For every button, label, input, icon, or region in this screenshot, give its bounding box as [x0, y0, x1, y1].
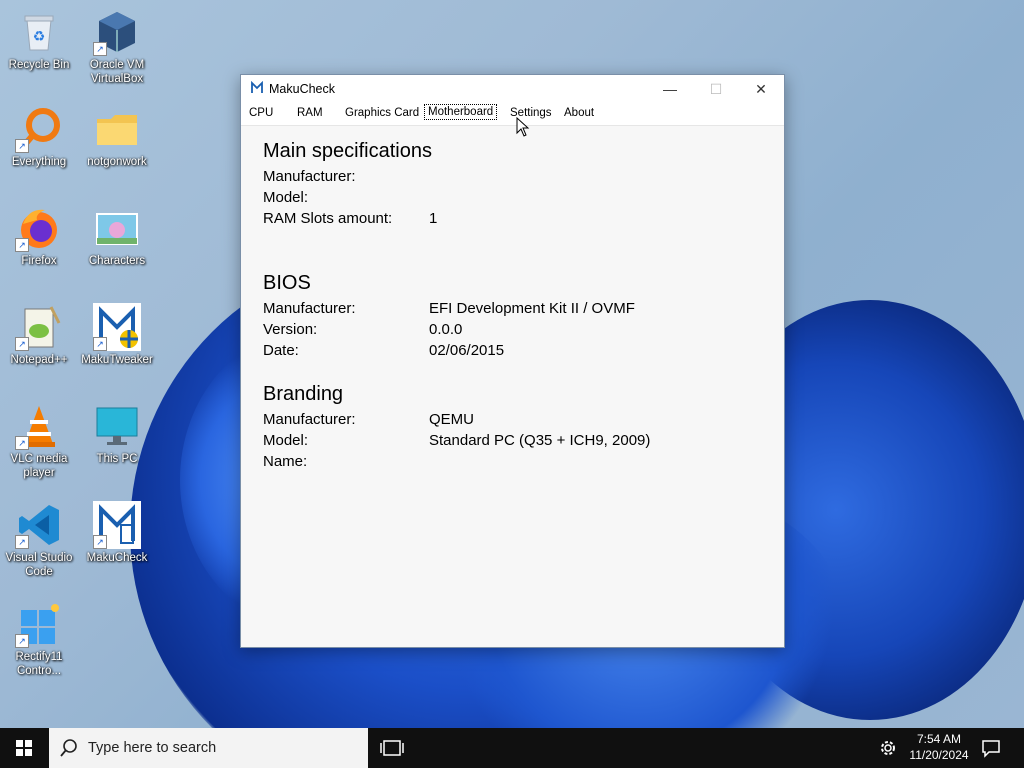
- system-clock[interactable]: 7:54 AM 11/20/2024: [904, 731, 974, 763]
- makucheck-icon: ↗: [93, 501, 141, 549]
- desktop-icon-makucheck[interactable]: ↗ MakuCheck: [81, 501, 153, 565]
- taskbar-search-box[interactable]: Type here to search: [49, 728, 368, 768]
- bios-heading: BIOS: [263, 272, 311, 294]
- main-model-label: Model:: [263, 189, 309, 206]
- bios-date-label: Date:: [263, 342, 299, 359]
- bios-manufacturer-label: Manufacturer:: [263, 300, 356, 317]
- main-manufacturer-label: Manufacturer:: [263, 168, 356, 185]
- shortcut-arrow-icon: ↗: [93, 535, 107, 549]
- desktop-icon-label: Recycle Bin: [8, 59, 70, 71]
- bios-date-value: 02/06/2015: [429, 342, 505, 359]
- desktop-icon-label: Rectify11 Contro...: [15, 651, 63, 677]
- everything-search-icon: ↗: [15, 105, 63, 153]
- desktop-icon-label: Visual Studio Code: [5, 552, 73, 578]
- taskbar: Type here to search 7:54 AM 11/20/2024: [0, 728, 1024, 768]
- tab-cpu[interactable]: CPU: [246, 106, 276, 120]
- minimize-button[interactable]: —: [647, 75, 693, 103]
- tab-ram[interactable]: RAM: [294, 106, 326, 120]
- desktop-icon-virtualbox[interactable]: ↗ Oracle VM VirtualBox: [81, 8, 153, 86]
- branding-model-value: Standard PC (Q35 + ICH9, 2009): [429, 432, 651, 449]
- desktop-icon-label: Everything: [11, 156, 67, 168]
- shortcut-arrow-icon: ↗: [15, 139, 29, 153]
- maximize-button[interactable]: ☐: [693, 75, 739, 103]
- desktop-icon-notgonwork[interactable]: notgonwork: [81, 105, 153, 169]
- desktop-icon-everything[interactable]: ↗ Everything: [3, 105, 75, 169]
- tab-bar: CPU RAM Graphics Card Motherboard Settin…: [241, 103, 784, 126]
- motherboard-panel: Main specifications Manufacturer: Model:…: [241, 126, 784, 647]
- title-bar[interactable]: MakuCheck — ☐ ✕: [241, 75, 784, 103]
- rectify11-icon: ↗: [15, 600, 63, 648]
- shortcut-arrow-icon: ↗: [93, 42, 107, 56]
- shortcut-arrow-icon: ↗: [15, 634, 29, 648]
- ram-slots-value: 1: [429, 210, 438, 227]
- bios-version-label: Version:: [263, 321, 318, 338]
- ram-slots-label: RAM Slots amount:: [263, 210, 393, 227]
- search-icon: [59, 738, 79, 763]
- desktop-icon-this-pc[interactable]: This PC: [81, 402, 153, 466]
- clock-date: 11/20/2024: [909, 748, 969, 762]
- makucheck-app-icon: [250, 80, 264, 95]
- tab-motherboard[interactable]: Motherboard: [424, 104, 498, 120]
- vlc-icon: ↗: [15, 402, 63, 450]
- folder-icon: [93, 105, 141, 153]
- notification-center-icon[interactable]: [980, 737, 1002, 759]
- branding-heading: Branding: [263, 383, 344, 405]
- desktop-icon-label: Characters: [88, 255, 146, 267]
- tab-settings[interactable]: Settings: [507, 106, 555, 120]
- notepad-plus-plus-icon: ↗: [15, 303, 63, 351]
- desktop-icon-rectify11[interactable]: ↗ Rectify11 Contro...: [3, 600, 75, 678]
- mouse-cursor-icon: [516, 116, 530, 137]
- desktop-icon-label: VLC media player: [10, 453, 68, 479]
- desktop-icon-recycle-bin[interactable]: ♻ Recycle Bin: [3, 8, 75, 72]
- makucheck-window: MakuCheck — ☐ ✕ CPU RAM Graphics Card Mo…: [240, 74, 785, 648]
- desktop-icon-vlc[interactable]: ↗ VLC media player: [3, 402, 75, 480]
- virtualbox-icon: ↗: [93, 8, 141, 56]
- start-button[interactable]: [0, 728, 48, 768]
- branding-manufacturer-value: QEMU: [429, 411, 474, 428]
- desktop-icon-label: Firefox: [21, 255, 57, 267]
- desktop-icon-label: notgonwork: [87, 156, 147, 168]
- branding-manufacturer-label: Manufacturer:: [263, 411, 356, 428]
- makutweaker-icon: ↗: [93, 303, 141, 351]
- desktop-icon-label: Notepad++: [10, 354, 68, 366]
- shortcut-arrow-icon: ↗: [93, 337, 107, 351]
- desktop-icon-vscode[interactable]: ↗ Visual Studio Code: [3, 501, 75, 579]
- branding-model-label: Model:: [263, 432, 309, 449]
- desktop-icon-label: MakuTweaker: [81, 354, 153, 366]
- shortcut-arrow-icon: ↗: [15, 535, 29, 549]
- shortcut-arrow-icon: ↗: [15, 436, 29, 450]
- shortcut-arrow-icon: ↗: [15, 238, 29, 252]
- desktop-icon-notepad-plus-plus[interactable]: ↗ Notepad++: [3, 303, 75, 367]
- desktop-icon-firefox[interactable]: ↗ Firefox: [3, 204, 75, 268]
- vscode-icon: ↗: [15, 501, 63, 549]
- main-specs-heading: Main specifications: [263, 140, 432, 162]
- clock-time: 7:54 AM: [916, 732, 962, 746]
- tab-graphics-card[interactable]: Graphics Card: [342, 106, 422, 120]
- desktop-icon-label: This PC: [96, 453, 138, 465]
- bios-version-value: 0.0.0: [429, 321, 463, 338]
- shortcut-arrow-icon: ↗: [15, 337, 29, 351]
- search-placeholder: Type here to search: [88, 740, 217, 756]
- window-title: MakuCheck: [269, 82, 335, 96]
- recycle-bin-icon: ♻: [15, 8, 63, 56]
- desktop-icon-characters[interactable]: Characters: [81, 204, 153, 268]
- bios-manufacturer-value: EFI Development Kit II / OVMF: [429, 300, 635, 317]
- settings-gear-icon[interactable]: [878, 738, 898, 758]
- desktop-icon-label: Oracle VM VirtualBox: [89, 59, 145, 85]
- task-view-button[interactable]: [372, 728, 412, 768]
- desktop-icon-makutweaker[interactable]: ↗ MakuTweaker: [81, 303, 153, 367]
- tab-about[interactable]: About: [561, 106, 597, 120]
- branding-name-label: Name:: [263, 453, 308, 470]
- desktop-icon-label: MakuCheck: [86, 552, 148, 564]
- close-button[interactable]: ✕: [738, 75, 784, 103]
- firefox-icon: ↗: [15, 204, 63, 252]
- svg-text:♻: ♻: [33, 28, 46, 44]
- this-pc-icon: [93, 402, 141, 450]
- image-file-icon: [93, 204, 141, 252]
